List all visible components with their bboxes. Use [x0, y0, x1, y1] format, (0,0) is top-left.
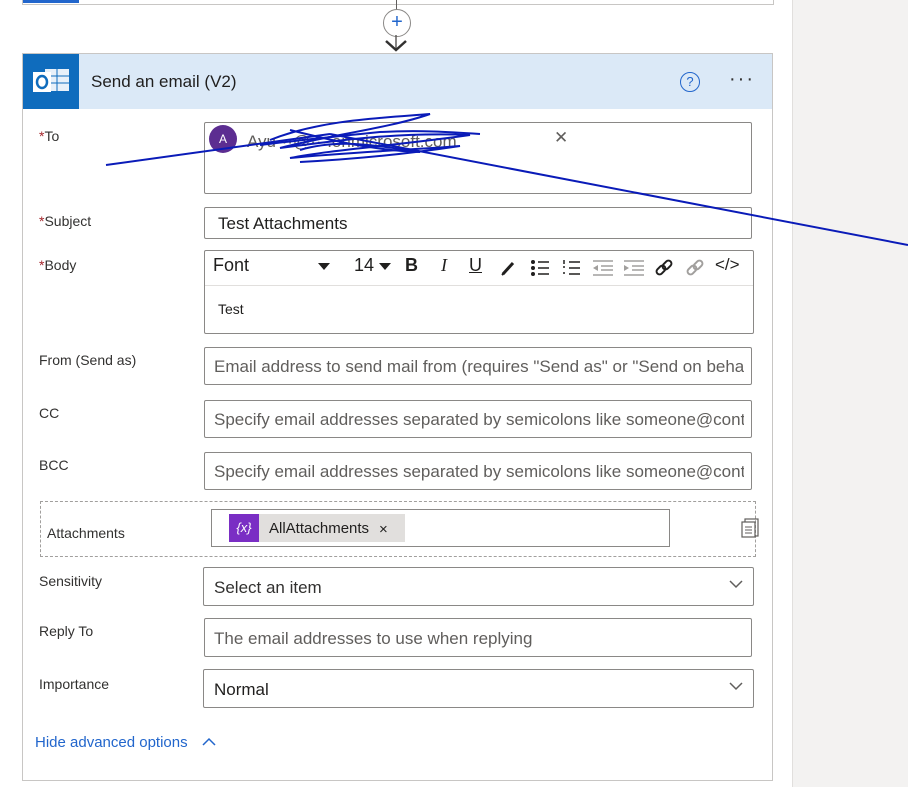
remove-recipient-icon[interactable]: ✕ — [554, 128, 568, 148]
code-view-button[interactable]: </> — [715, 255, 740, 275]
remove-token-icon[interactable]: × — [379, 521, 388, 538]
rich-text-toolbar: Font 14 B I U </> — [205, 251, 753, 286]
size-chevron-icon[interactable] — [379, 263, 391, 271]
underline-button[interactable]: U — [469, 255, 482, 276]
outlook-logo-icon — [33, 69, 69, 92]
card-title[interactable]: Send an email (V2) — [91, 72, 237, 92]
to-field[interactable]: A Ayu···@···.onmicrosoft.com ✕ — [204, 122, 752, 194]
attachments-group: Attachments {x} AllAttachments × — [40, 501, 759, 557]
previous-step-accent — [23, 0, 79, 3]
sensitivity-label: Sensitivity — [39, 573, 103, 589]
recipient-email: Ayu···@···.onmicrosoft.com — [247, 132, 457, 151]
switch-to-array-icon[interactable] — [741, 518, 759, 538]
chevron-down-icon — [729, 580, 743, 589]
body-label: *Body — [39, 257, 76, 273]
recipient-avatar: A — [209, 125, 237, 153]
reply-to-placeholder: The email addresses to use when replying — [214, 629, 533, 648]
hide-advanced-options-link[interactable]: Hide advanced options — [35, 734, 216, 751]
token-label: AllAttachments — [269, 520, 370, 537]
decrease-indent-icon[interactable] — [592, 259, 614, 277]
numbered-list-icon[interactable] — [561, 259, 581, 277]
from-label: From (Send as) — [39, 352, 137, 368]
bullet-list-icon[interactable] — [530, 259, 550, 277]
font-dropdown[interactable]: Font — [213, 255, 249, 276]
previous-step-card[interactable] — [22, 0, 774, 5]
to-label: *To — [39, 128, 59, 144]
help-icon[interactable]: ? — [680, 72, 700, 92]
insert-step-button[interactable]: + — [383, 9, 411, 37]
link-icon[interactable] — [654, 258, 674, 278]
importance-label: Importance — [39, 676, 110, 692]
highlight-icon[interactable] — [500, 259, 518, 277]
sensitivity-dropdown[interactable]: Select an item — [203, 567, 754, 606]
importance-value: Normal — [214, 680, 269, 699]
cc-input[interactable]: Specify email addresses separated by sem… — [204, 400, 752, 438]
unlink-icon[interactable] — [685, 258, 705, 278]
reply-to-label: Reply To — [39, 623, 94, 639]
to-label-text: To — [44, 128, 60, 144]
from-input[interactable]: Email address to send mail from (require… — [204, 347, 752, 385]
attachments-label: Attachments — [47, 525, 125, 541]
chevron-down-icon — [729, 682, 743, 691]
body-label-text: Body — [44, 257, 77, 273]
body-editor[interactable]: Font 14 B I U </> Test — [204, 250, 754, 334]
subject-label-text: Subject — [44, 213, 92, 229]
arrow-down-icon — [385, 35, 407, 52]
bold-button[interactable]: B — [405, 255, 418, 276]
bcc-input[interactable]: Specify email addresses separated by sem… — [204, 452, 752, 490]
reply-to-input[interactable]: The email addresses to use when replying — [204, 618, 752, 657]
chevron-up-icon — [202, 737, 216, 746]
subject-input[interactable]: Test Attachments — [204, 207, 752, 239]
outlook-icon — [23, 54, 79, 109]
card-header[interactable]: Send an email (V2) ? ··· — [23, 54, 772, 109]
right-pane — [792, 0, 908, 787]
attachments-input[interactable]: {x} AllAttachments × — [211, 509, 670, 547]
sensitivity-placeholder: Select an item — [214, 578, 322, 597]
bcc-label: BCC — [39, 457, 69, 473]
bcc-placeholder: Specify email addresses separated by sem… — [214, 462, 744, 481]
from-placeholder: Email address to send mail from (require… — [214, 357, 744, 376]
italic-button[interactable]: I — [441, 255, 447, 276]
subject-label: *Subject — [39, 213, 91, 229]
cc-placeholder: Specify email addresses separated by sem… — [214, 410, 744, 429]
cc-label: CC — [39, 405, 60, 421]
importance-dropdown[interactable]: Normal — [203, 669, 754, 708]
font-size-dropdown[interactable]: 14 — [354, 255, 374, 276]
more-options-icon[interactable]: ··· — [729, 68, 755, 91]
send-email-card: Send an email (V2) ? ··· *To A Ayu···@··… — [22, 53, 773, 781]
dynamic-content-token[interactable]: {x} AllAttachments × — [229, 514, 405, 542]
font-chevron-icon[interactable] — [318, 263, 330, 271]
increase-indent-icon[interactable] — [623, 259, 645, 277]
hide-advanced-label: Hide advanced options — [35, 734, 188, 751]
expression-icon: {x} — [229, 514, 259, 542]
subject-value: Test Attachments — [218, 214, 348, 233]
body-content[interactable]: Test — [218, 301, 244, 317]
